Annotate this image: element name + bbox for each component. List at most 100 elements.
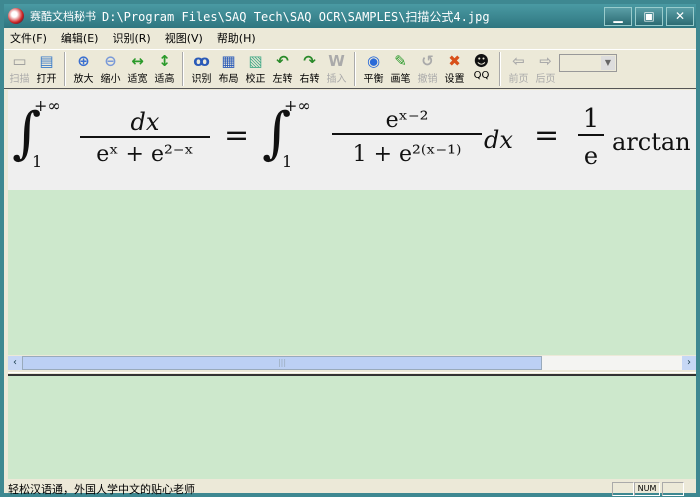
toolbar-label: 扫描 xyxy=(9,74,30,85)
toolbar-label: 放大 xyxy=(73,74,94,85)
undo-icon: ↺ xyxy=(421,52,434,70)
equals: = xyxy=(534,118,560,153)
arctan: arctan xyxy=(612,128,691,156)
menu-bar: 文件(F) 编辑(E) 识别(R) 视图(V) 帮助(H) xyxy=(4,28,696,48)
num-lock-indicator: NUM xyxy=(634,482,660,496)
toolbar-button-zoom-in[interactable]: ⊕ 放大 xyxy=(70,50,97,88)
menu-view[interactable]: 视图(V) xyxy=(165,30,203,46)
open-icon: ▤ xyxy=(39,52,54,70)
denominator: 1 + e²⁽ˣ⁻¹⁾ xyxy=(352,142,462,167)
upper-limit: +∞ xyxy=(34,96,61,115)
denominator: eˣ + e²⁻ˣ xyxy=(96,142,194,167)
toolbar-label: 撤销 xyxy=(417,74,438,85)
toolbar-label: 画笔 xyxy=(390,74,411,85)
toolbar-button-pen[interactable]: ✎ 画笔 xyxy=(387,50,414,88)
toolbar-button-rotate-right[interactable]: ↷ 右转 xyxy=(296,50,323,88)
title-bar: 赛酷文档秘书 D:\Program Files\SAQ Tech\SAQ OCR… xyxy=(4,4,696,28)
file-path: D:\Program Files\SAQ Tech\SAQ OCR\SAMPLE… xyxy=(102,9,490,24)
toolbar-button-recognize[interactable]: ꝏ 识别 xyxy=(188,50,215,88)
toolbar: ▭ 扫描 ▤ 打开 ⊕ 放大 ⊖ 缩小 ↔ 适宽 ↕ 适高 ꝏ 识别 ▦ 布局 ▧ 校正 ↶ 左转 ↷ 右转 W 插入 ◉ 平衡 ✎… xyxy=(4,49,696,89)
balance-icon: ◉ xyxy=(366,52,381,70)
toolbar-button-open[interactable]: ▤ 打开 xyxy=(33,50,60,88)
scroll-right-icon[interactable]: › xyxy=(682,356,696,370)
scroll-thumb[interactable]: ||| xyxy=(22,356,542,370)
toolbar-button-qq[interactable]: ☻ QQ xyxy=(468,50,495,88)
toolbar-button-rotate-left[interactable]: ↶ 左转 xyxy=(269,50,296,88)
toolbar-label: 适宽 xyxy=(127,74,148,85)
menu-file[interactable]: 文件(F) xyxy=(10,30,47,46)
upper-limit: +∞ xyxy=(284,96,311,115)
menu-edit[interactable]: 编辑(E) xyxy=(61,30,99,46)
toolbar-button-undo[interactable]: ↺ 撤销 xyxy=(414,50,441,88)
text-result-pane[interactable] xyxy=(8,376,696,479)
rotate-left-icon: ↶ xyxy=(276,52,289,70)
scanner-icon: ▭ xyxy=(12,52,27,70)
numerator: dx xyxy=(80,108,210,138)
denominator: e xyxy=(583,142,599,170)
toolbar-label: 适高 xyxy=(154,74,175,85)
toolbar-label: 打开 xyxy=(36,74,57,85)
toolbar-label: 左转 xyxy=(272,74,293,85)
toolbar-button-layout[interactable]: ▦ 布局 xyxy=(215,50,242,88)
toolbar-button-scanner[interactable]: ▭ 扫描 xyxy=(6,50,33,88)
toolbar-label: 布局 xyxy=(218,74,239,85)
toolbar-separator xyxy=(182,52,184,86)
toolbar-label: 校正 xyxy=(245,74,266,85)
dx: dx xyxy=(484,126,513,154)
image-preview: ∫ +∞ 1 dx eˣ + e²⁻ˣ = ∫ +∞ 1 eˣ⁻² 1 + e²… xyxy=(8,90,696,190)
toolbar-separator xyxy=(499,52,501,86)
correct-icon: ▧ xyxy=(248,52,263,70)
toolbar-label: 前页 xyxy=(508,74,529,85)
qq-icon: ☻ xyxy=(473,52,490,70)
horizontal-scrollbar[interactable]: ‹ ||| › xyxy=(8,356,696,370)
toolbar-label: 缩小 xyxy=(100,74,121,85)
prev-page-icon: ⇦ xyxy=(512,52,525,70)
page-select[interactable]: ▼ xyxy=(559,54,617,72)
close-button[interactable]: ✕ xyxy=(666,7,694,26)
image-pane xyxy=(8,190,696,355)
toolbar-label: 插入 xyxy=(326,74,347,85)
toolbar-button-zoom-out[interactable]: ⊖ 缩小 xyxy=(97,50,124,88)
menu-recognize[interactable]: 识别(R) xyxy=(112,30,150,46)
minimize-button[interactable]: ▁ xyxy=(604,7,632,26)
toolbar-label: 设置 xyxy=(444,74,465,85)
chevron-down-icon: ▼ xyxy=(601,56,615,70)
toolbar-button-prev-page[interactable]: ⇦ 前页 xyxy=(505,50,532,88)
toolbar-label: 识别 xyxy=(191,74,212,85)
pen-icon: ✎ xyxy=(394,52,407,70)
app-logo-icon xyxy=(8,8,24,24)
toolbar-label: 平衡 xyxy=(363,74,384,85)
menu-help[interactable]: 帮助(H) xyxy=(217,30,256,46)
numerator: eˣ⁻² xyxy=(332,108,482,135)
toolbar-label: 后页 xyxy=(535,74,556,85)
toolbar-button-settings[interactable]: ✖ 设置 xyxy=(441,50,468,88)
toolbar-button-fit-width[interactable]: ↔ 适宽 xyxy=(124,50,151,88)
status-bar: 轻松汉语通，外国人学中文的贴心老师 NUM xyxy=(4,480,696,497)
scroll-left-icon[interactable]: ‹ xyxy=(8,356,22,370)
lower-limit: 1 xyxy=(32,152,43,171)
numerator: 1 xyxy=(578,104,604,136)
zoom-out-icon: ⊖ xyxy=(104,52,117,70)
app-window: 赛酷文档秘书 D:\Program Files\SAQ Tech\SAQ OCR… xyxy=(0,0,700,497)
toolbar-button-next-page[interactable]: ⇨ 后页 xyxy=(532,50,559,88)
toolbar-button-correct[interactable]: ▧ 校正 xyxy=(242,50,269,88)
insert-word-icon: W xyxy=(328,52,345,70)
layout-icon: ▦ xyxy=(221,52,236,70)
maximize-button[interactable]: ▣ xyxy=(635,7,663,26)
status-cell xyxy=(612,482,634,496)
rotate-right-icon: ↷ xyxy=(303,52,316,70)
toolbar-button-insert-word[interactable]: W 插入 xyxy=(323,50,350,88)
status-text: 轻松汉语通，外国人学中文的贴心老师 xyxy=(8,482,195,496)
equals: = xyxy=(224,118,250,153)
fit-height-icon: ↕ xyxy=(158,52,171,70)
recognize-icon: ꝏ xyxy=(193,52,210,70)
toolbar-button-fit-height[interactable]: ↕ 适高 xyxy=(151,50,178,88)
lower-limit: 1 xyxy=(282,152,293,171)
zoom-in-icon: ⊕ xyxy=(77,52,90,70)
app-name: 赛酷文档秘书 xyxy=(30,10,96,23)
settings-icon: ✖ xyxy=(448,52,461,70)
toolbar-separator xyxy=(64,52,66,86)
fit-width-icon: ↔ xyxy=(131,52,144,70)
toolbar-separator xyxy=(354,52,356,86)
toolbar-button-balance[interactable]: ◉ 平衡 xyxy=(360,50,387,88)
